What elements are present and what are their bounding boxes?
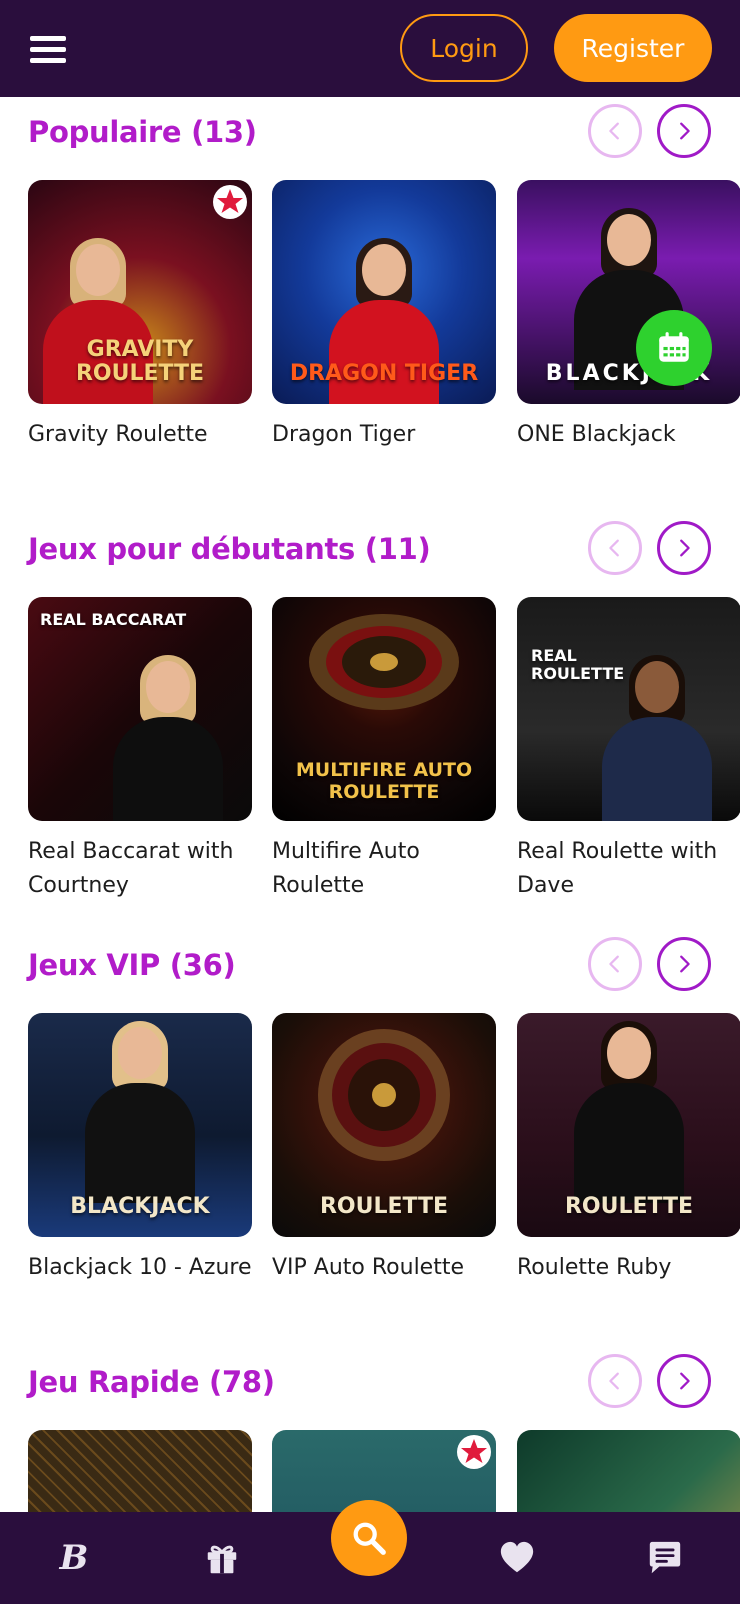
chevron-left-icon [609, 539, 619, 557]
login-button[interactable]: Login [400, 14, 528, 82]
section-title: Jeux pour débutants (11) [28, 532, 431, 566]
thumbnail-title: ROULETTE [319, 1194, 449, 1219]
game-thumbnail: ROULETTE [517, 1013, 740, 1237]
chevron-right-icon [680, 539, 690, 557]
star-badge-icon [213, 185, 247, 219]
game-title: Gravity Roulette [28, 422, 208, 447]
carousel-next-button[interactable] [657, 1354, 711, 1408]
thumbnail-title: DRAGON TIGER [289, 361, 479, 386]
game-thumbnail: MULTIFIRE AUTO ROULETTE [272, 597, 496, 821]
nav-home[interactable]: B [50, 1534, 98, 1582]
heart-icon [500, 1541, 534, 1573]
carousel-prev-button[interactable] [588, 521, 642, 575]
carousel-prev-button[interactable] [588, 104, 642, 158]
game-card[interactable]: ROULETTE VIP Auto Roulette [272, 1013, 496, 1285]
register-button[interactable]: Register [554, 14, 712, 82]
game-title: VIP Auto Roulette [272, 1255, 465, 1280]
game-card[interactable]: BLACKJACK ONE Blackjack [517, 180, 740, 452]
hamburger-menu-icon[interactable] [30, 36, 66, 64]
top-header: Login Register [0, 0, 740, 97]
carousel-prev-button[interactable] [588, 937, 642, 991]
game-card[interactable]: BLACKJACK Blackjack 10 - Azure [28, 1013, 252, 1285]
chat-icon [649, 1541, 681, 1574]
thumbnail-title: GRAVITY ROULETTE [75, 337, 205, 386]
game-title: Roulette Ruby [517, 1255, 672, 1280]
game-title: Real Baccarat with Courtney [28, 839, 234, 898]
section-populaire: Populaire (13) GRAVITY ROULETTE Gravity … [0, 104, 740, 484]
chevron-right-icon [680, 1372, 690, 1390]
chevron-right-icon [680, 955, 690, 973]
game-thumbnail: REAL BACCARAT [28, 597, 252, 821]
game-card[interactable]: GRAVITY ROULETTE Gravity Roulette [28, 180, 252, 452]
svg-text:B: B [59, 1538, 89, 1578]
carousel-prev-button[interactable] [588, 1354, 642, 1408]
thumbnail-title: BLACKJACK [70, 1194, 210, 1219]
carousel-next-button[interactable] [657, 937, 711, 991]
section-title: Jeux VIP (36) [28, 948, 236, 982]
game-thumbnail: ROULETTE [272, 1013, 496, 1237]
calendar-icon [659, 332, 689, 362]
game-thumbnail: DRAGON TIGER [272, 180, 496, 404]
chevron-left-icon [609, 1372, 619, 1390]
game-title: ONE Blackjack [517, 422, 676, 447]
game-thumbnail: REAL ROULETTE [517, 597, 740, 821]
carousel-next-button[interactable] [657, 521, 711, 575]
section-jeux-debutants: Jeux pour débutants (11) REAL BACCARAT R… [0, 521, 740, 901]
game-card[interactable]: MULTIFIRE AUTO ROULETTE Multifire Auto R… [272, 597, 496, 903]
nav-favorites[interactable] [493, 1534, 541, 1582]
game-title: Dragon Tiger [272, 422, 416, 447]
thumbnail-title: REAL ROULETTE [531, 646, 625, 683]
game-card[interactable]: REAL BACCARAT Real Baccarat with Courtne… [28, 597, 252, 903]
nav-promotions[interactable] [198, 1534, 246, 1582]
search-icon [353, 1522, 386, 1555]
calendar-button[interactable] [636, 310, 712, 386]
section-jeux-vip: Jeux VIP (36) BLACKJACK Blackjack 10 - A… [0, 937, 740, 1317]
game-card[interactable]: DRAGON TIGER Dragon Tiger [272, 180, 496, 452]
game-title: Blackjack 10 - Azure [28, 1255, 252, 1280]
star-badge-icon [457, 1435, 491, 1469]
carousel-next-button[interactable] [657, 104, 711, 158]
section-title: Jeu Rapide (78) [28, 1365, 275, 1399]
game-title: Multifire Auto Roulette [272, 839, 420, 898]
thumbnail-title: REAL BACCARAT [40, 610, 187, 629]
thumbnail-title: ROULETTE [564, 1194, 694, 1219]
chevron-right-icon [680, 122, 690, 140]
section-title: Populaire (13) [28, 115, 257, 149]
game-thumbnail: GRAVITY ROULETTE [28, 180, 252, 404]
game-card[interactable]: REAL ROULETTE Real Roulette with Dave [517, 597, 740, 903]
thumbnail-title: MULTIFIRE AUTO ROULETTE [295, 759, 473, 803]
search-button[interactable] [331, 1500, 407, 1576]
game-card[interactable]: ROULETTE Roulette Ruby [517, 1013, 740, 1285]
gift-icon [207, 1545, 237, 1574]
chevron-left-icon [609, 955, 619, 973]
game-title: Real Roulette with Dave [517, 839, 718, 898]
chevron-left-icon [609, 122, 619, 140]
nav-chat[interactable] [641, 1534, 689, 1582]
game-thumbnail: BLACKJACK [517, 180, 740, 404]
game-thumbnail: BLACKJACK [28, 1013, 252, 1237]
brand-logo-icon: B [59, 1538, 89, 1578]
